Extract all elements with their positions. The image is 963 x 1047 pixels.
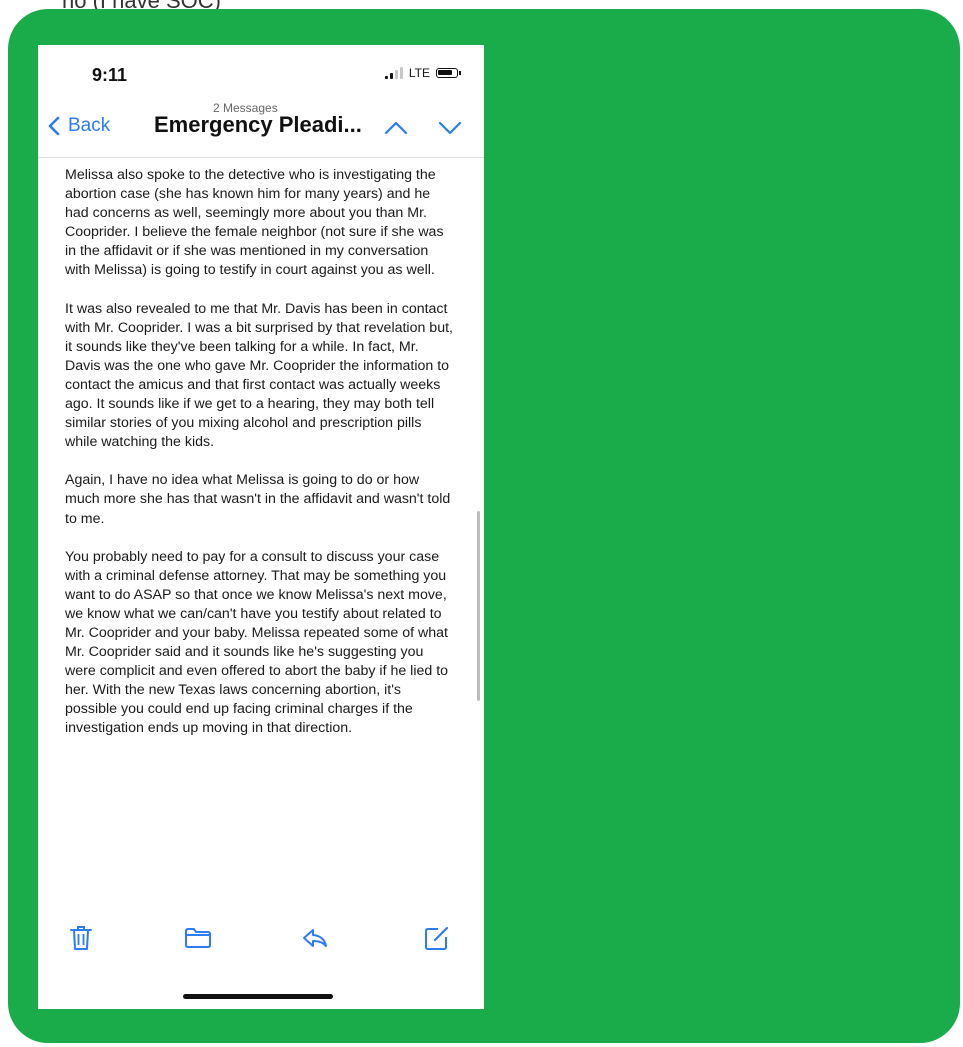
- phone-screen: 9:11 LTE Back 2 Messages Emergency Plead…: [38, 45, 484, 1009]
- email-paragraph-4: You probably need to pay for a consult t…: [65, 548, 449, 737]
- mail-toolbar: [38, 911, 484, 961]
- previous-message-button[interactable]: [380, 114, 412, 142]
- back-button[interactable]: Back: [48, 115, 110, 137]
- trash-button[interactable]: [66, 923, 96, 953]
- chevron-left-icon: [48, 116, 60, 136]
- reply-icon: [303, 929, 327, 947]
- email-paragraph-2: It was also revealed to me that Mr. Davi…: [65, 300, 453, 451]
- folder-icon: [185, 928, 211, 948]
- email-subject-title: Emergency Pleadi...: [154, 112, 362, 137]
- trash-icon: [70, 926, 92, 950]
- email-paragraph-1: Melissa also spoke to the detective who …: [65, 167, 444, 279]
- compose-icon: [425, 926, 449, 950]
- move-to-folder-button[interactable]: [183, 923, 213, 953]
- status-indicators: LTE: [384, 66, 461, 80]
- reply-button[interactable]: [300, 923, 330, 953]
- scrollbar[interactable]: [477, 511, 480, 701]
- email-paragraph-3: Again, I have no idea what Melissa is go…: [65, 472, 451, 527]
- chevron-down-icon: [438, 121, 462, 135]
- status-time: 9:11: [92, 65, 128, 85]
- status-bar: 9:11 LTE: [38, 45, 484, 95]
- battery-icon: [436, 68, 461, 78]
- signal-icon: [384, 67, 403, 79]
- email-body[interactable]: Melissa also spoke to the detective who …: [38, 157, 484, 908]
- chevron-up-icon: [384, 121, 408, 135]
- home-indicator[interactable]: [183, 994, 333, 999]
- mail-navbar: Back 2 Messages Emergency Pleadi...: [38, 99, 484, 157]
- back-label: Back: [68, 115, 111, 136]
- network-label: LTE: [408, 66, 430, 80]
- next-message-button[interactable]: [434, 114, 466, 142]
- compose-button[interactable]: [422, 923, 452, 953]
